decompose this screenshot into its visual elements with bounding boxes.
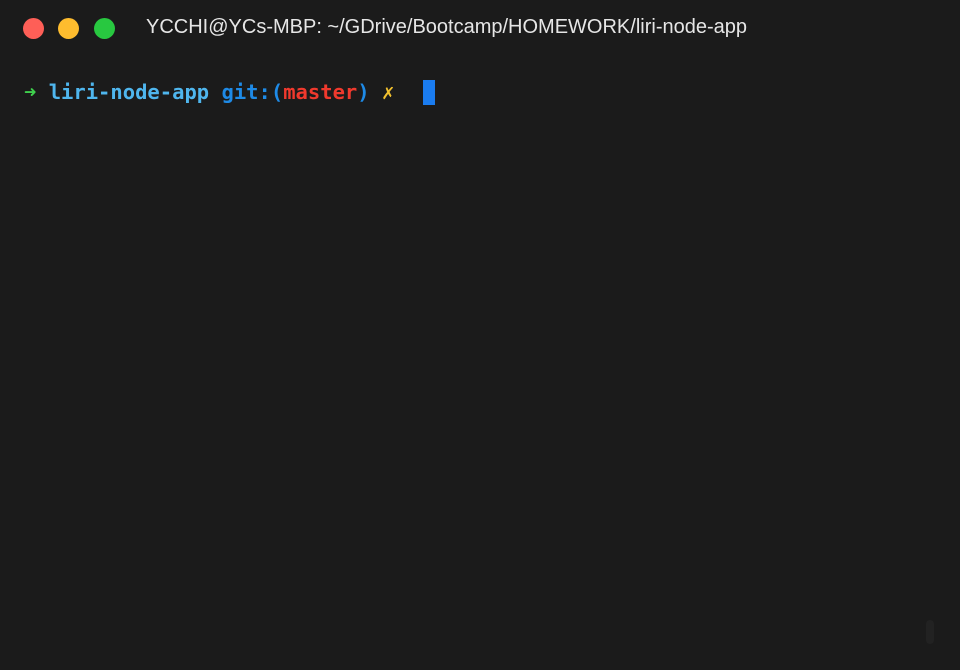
git-branch: master (283, 80, 358, 104)
prompt-arrow-icon: ➜ (24, 80, 37, 104)
git-suffix: ) (357, 80, 370, 104)
git-prefix: git:( (221, 80, 284, 104)
window-title: YCCHI@YCs-MBP: ~/GDrive/Bootcamp/HOMEWOR… (146, 16, 747, 38)
dirty-marker-icon: ✗ (381, 80, 395, 104)
title-bar: YCCHI@YCs-MBP: ~/GDrive/Bootcamp/HOMEWOR… (0, 0, 960, 58)
scrollbar[interactable] (926, 620, 934, 644)
close-button[interactable] (23, 18, 44, 39)
zoom-button[interactable] (94, 18, 115, 39)
terminal-cursor (423, 80, 435, 105)
current-directory: liri-node-app (48, 80, 210, 104)
minimize-button[interactable] (58, 18, 79, 39)
terminal-prompt[interactable]: ➜ liri-node-app git:(master) ✗ (24, 79, 394, 105)
